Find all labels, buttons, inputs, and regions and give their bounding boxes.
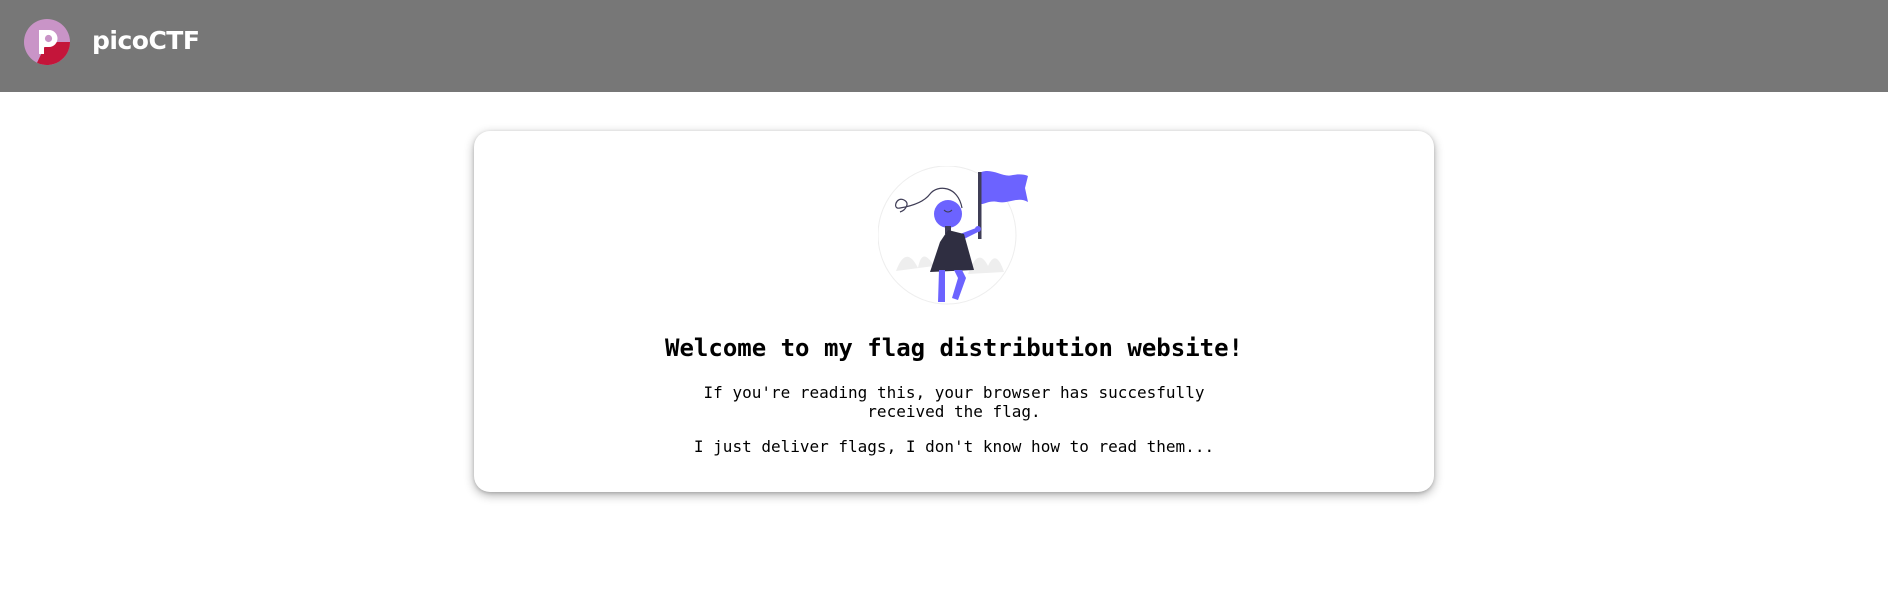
flag-received-line-2: received the flag. [867,402,1041,421]
flag-received-message: If you're reading this, your browser has… [474,383,1434,421]
person-holding-flag-illustration [877,165,1048,306]
flag-received-line-1: If you're reading this, your browser has… [703,383,1205,402]
picoctf-logo-icon[interactable] [23,18,71,66]
top-header-bar: picoCTF [0,0,1888,92]
brand-name[interactable]: picoCTF [92,25,200,57]
read-flags-message: I just deliver flags, I don't know how t… [693,437,1215,456]
page-title: Welcome to my flag distribution website! [665,334,1243,362]
flag-card: Welcome to my flag distribution website!… [474,131,1434,492]
